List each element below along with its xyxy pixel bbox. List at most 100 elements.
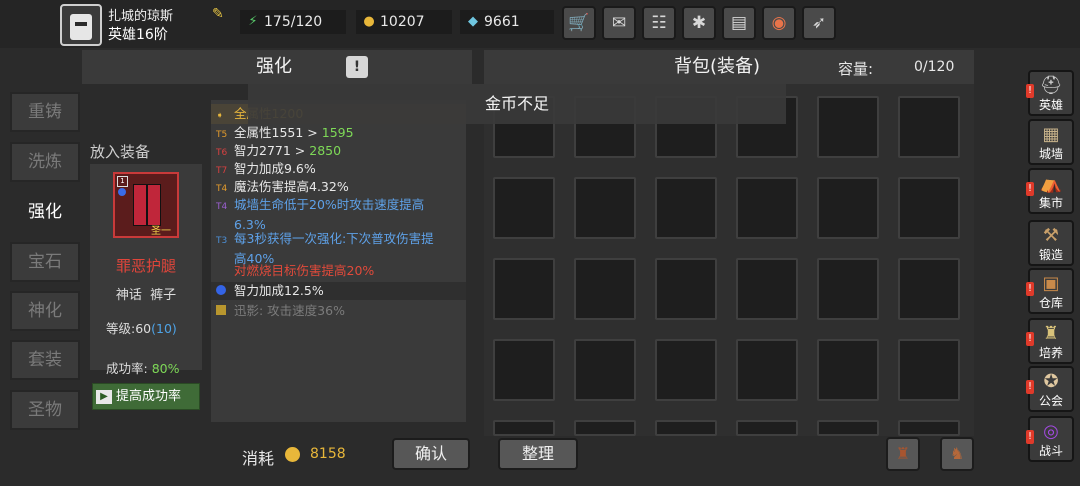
settings-icon[interactable]: ✱ xyxy=(682,6,716,40)
coin-icon: ● xyxy=(363,14,375,29)
armor-filter-icon[interactable]: ♜ xyxy=(886,437,920,471)
helmet-icon: ⛑ xyxy=(1039,75,1063,96)
bag-slot[interactable] xyxy=(655,177,717,239)
bag-slot[interactable] xyxy=(493,258,555,320)
bag-slot[interactable] xyxy=(736,258,798,320)
player-name: 扎城的琼斯 xyxy=(108,9,174,24)
menu-train[interactable]: ♜ 培养! xyxy=(1026,318,1074,364)
toast-bar: 金币不足 xyxy=(248,84,786,124)
tab-gem[interactable]: 宝石 xyxy=(10,242,80,282)
bag-slot[interactable] xyxy=(655,339,717,401)
edit-icon[interactable]: ✎ xyxy=(212,6,228,22)
stat-row: 迅影: 攻击速度36% xyxy=(216,302,345,320)
bag-slot[interactable] xyxy=(898,420,960,436)
market-icon: ⛺ xyxy=(1039,173,1063,194)
stat-row: T5 全属性1551 > 1595 xyxy=(216,125,354,140)
confirm-button[interactable]: 确认 xyxy=(392,438,470,470)
info-icon[interactable]: ! xyxy=(346,56,368,78)
diamond-icon: ◆ xyxy=(468,14,478,29)
gift-icon[interactable]: ▤ xyxy=(722,6,756,40)
boost-success-button[interactable]: ▶ 提高成功率 xyxy=(92,383,200,410)
alert-icon: ! xyxy=(1026,282,1034,296)
cost-value: 8158 xyxy=(310,446,346,462)
sort-button[interactable]: 整理 xyxy=(498,438,578,470)
bag-slot[interactable] xyxy=(898,339,960,401)
tab-relic[interactable]: 圣物 xyxy=(10,390,80,430)
anvil-icon: ⚒ xyxy=(1042,225,1060,246)
item-name: 罪恶护腿 xyxy=(115,257,176,275)
bag-slot[interactable] xyxy=(817,96,879,158)
bag-title: 背包(装备) xyxy=(674,56,761,77)
item-level: 等级:60(10) xyxy=(106,321,177,336)
stat-row: T4 魔法伤害提高4.32% xyxy=(216,179,349,194)
bag-slot[interactable] xyxy=(493,339,555,401)
stat-row: T7 智力加成9.6% xyxy=(216,161,316,176)
player-level: 英雄16阶 xyxy=(108,27,168,43)
stat-row: T3 每3秒获得一次强化:下次普攻伤害提 高40% xyxy=(216,231,434,266)
bag-slot[interactable] xyxy=(817,420,879,436)
coin-icon xyxy=(285,447,300,462)
bag-slot[interactable] xyxy=(574,258,636,320)
menu-hero[interactable]: ⛑ 英雄! xyxy=(1026,70,1074,116)
bag-slot[interactable] xyxy=(736,177,798,239)
capacity-value: 0/120 xyxy=(914,59,955,75)
equipment-slot[interactable]: 1 圣一 xyxy=(113,172,179,238)
bag-title-bar: 背包(装备) 容量: 0/120 xyxy=(484,50,974,84)
color-wheel-icon[interactable]: ◉ xyxy=(762,6,796,40)
menu-warehouse[interactable]: ▣ 仓库! xyxy=(1026,268,1074,314)
toast-message: 金币不足 xyxy=(484,94,549,113)
capacity-label: 容量: xyxy=(838,60,874,78)
forge-title-bar: 强化 ! xyxy=(82,50,472,84)
tab-set[interactable]: 套装 xyxy=(10,340,80,380)
stat-row: 智力加成12.5% xyxy=(216,282,324,300)
wall-icon: ▦ xyxy=(1042,124,1060,145)
bag-slot[interactable] xyxy=(817,177,879,239)
bag-slot[interactable] xyxy=(493,177,555,239)
menu-market[interactable]: ⛺ 集市! xyxy=(1026,168,1074,214)
bullet-icon: ➧ xyxy=(216,111,224,121)
stat-row: T4 城墙生命低于20%时攻击速度提高 6.3% xyxy=(216,197,425,232)
bag-slot[interactable] xyxy=(898,96,960,158)
bag-slot[interactable] xyxy=(574,339,636,401)
menu-guild[interactable]: ✪ 公会! xyxy=(1026,366,1074,412)
lightning-icon: ⚡ xyxy=(248,14,258,29)
bag-slot[interactable] xyxy=(655,258,717,320)
mail-icon[interactable]: ✉ xyxy=(602,6,636,40)
bag-slot[interactable] xyxy=(736,420,798,436)
place-label: 放入装备 xyxy=(90,143,151,161)
player-avatar[interactable] xyxy=(60,4,102,46)
tab-deify[interactable]: 神化 xyxy=(10,291,80,331)
alert-icon: ! xyxy=(1026,380,1034,394)
stat-row: 对燃烧目标伤害提高20% xyxy=(234,263,375,278)
guild-icon: ✪ xyxy=(1043,371,1059,392)
feather-icon[interactable]: ➶ xyxy=(802,6,836,40)
menu-battle[interactable]: ◎ 战斗! xyxy=(1026,416,1074,462)
cart-icon[interactable]: 🛒 xyxy=(562,6,596,40)
gamepad-icon[interactable]: ☷ xyxy=(642,6,676,40)
bag-slot[interactable] xyxy=(898,258,960,320)
bag-slot[interactable] xyxy=(736,339,798,401)
boot-filter-icon[interactable]: ♞ xyxy=(940,437,974,471)
tab-enhance[interactable]: 强化 xyxy=(10,192,80,232)
item-type: 裤子 xyxy=(150,288,177,303)
bag-slot[interactable] xyxy=(574,420,636,436)
sapphire-icon xyxy=(216,285,226,295)
menu-wall[interactable]: ▦ 城墙 xyxy=(1028,119,1074,165)
alert-icon: ! xyxy=(1026,332,1034,346)
bag-slot[interactable] xyxy=(655,420,717,436)
bag-slot[interactable] xyxy=(493,420,555,436)
warehouse-icon: ▣ xyxy=(1042,273,1060,294)
tab-refine[interactable]: 洗炼 xyxy=(10,142,80,182)
bag-slot[interactable] xyxy=(817,339,879,401)
menu-forge[interactable]: ⚒ 锻造 xyxy=(1028,220,1074,266)
trophy-icon: ♜ xyxy=(1042,323,1060,344)
cost-label: 消耗 xyxy=(242,449,275,468)
video-icon: ▶ xyxy=(96,389,112,404)
scroll-icon xyxy=(216,305,226,315)
bag-slot[interactable] xyxy=(817,258,879,320)
bag-slot[interactable] xyxy=(898,177,960,239)
tab-recast[interactable]: 重铸 xyxy=(10,92,80,132)
item-quality: 神话 xyxy=(115,288,142,303)
bag-slot[interactable] xyxy=(574,177,636,239)
stat-row: T6 智力2771 > 2850 xyxy=(216,143,342,158)
